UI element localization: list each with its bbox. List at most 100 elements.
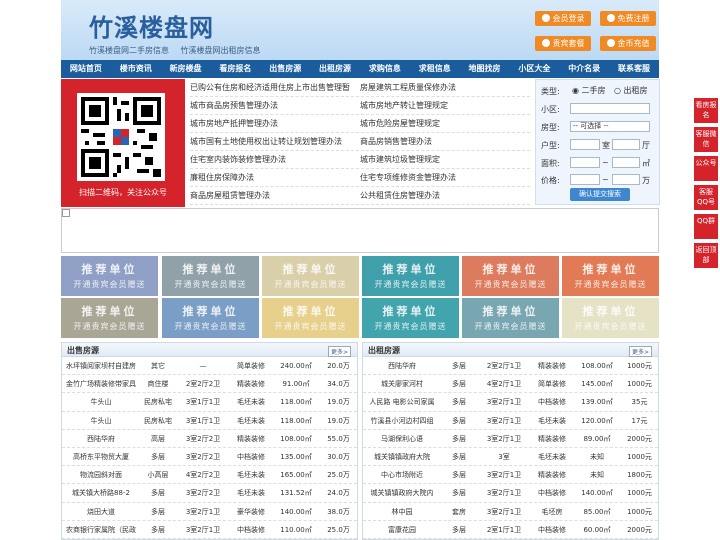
table-row[interactable]: 城关镇镇政府大院 多层 3室 毛坯未装 未知 1000元 xyxy=(363,448,658,467)
recommend-tile[interactable]: 推荐单位 开通贵宾会员赠送 xyxy=(162,298,259,338)
price-min-input[interactable] xyxy=(570,174,600,185)
site-logo[interactable]: 竹溪楼盘网 xyxy=(89,8,214,43)
table-row[interactable]: 马湖保利心语 多层 3室2厅1卫 精装装修 89.00㎡ 2000元 xyxy=(363,430,658,448)
nav-map-search[interactable]: 地图找房 xyxy=(460,60,510,78)
table-cell[interactable]: 富康花园 xyxy=(363,521,441,538)
nav-buy-wanted[interactable]: 求购信息 xyxy=(360,60,410,78)
rental-radio[interactable]: ○ 出租房 xyxy=(614,85,648,96)
recommend-tile[interactable]: 推荐单位 开通贵宾会员赠送 xyxy=(61,298,158,338)
table-row[interactable]: 城关镇镇政府大院内 多层 3室2厅1卫 中档装修 140.00㎡ 1000元 xyxy=(363,484,658,503)
table-cell[interactable]: 城关镇大桥路88-2 xyxy=(62,484,140,501)
side-service-wechat[interactable]: 客服微信 xyxy=(694,127,718,152)
table-row[interactable]: 林中园 套房 3室2厅1卫 毛坯房 85.00㎡ 1000元 xyxy=(363,503,658,521)
table-row[interactable]: 烧田大道 多层 3室2厅1卫 豪华装修 140.00㎡ 38.0万 xyxy=(62,503,357,521)
recommend-tile[interactable]: 推荐单位 开通贵宾会员赠送 xyxy=(462,256,559,296)
policy-link[interactable]: 房屋建筑工程质量保修办法 xyxy=(360,79,530,96)
recommend-tile[interactable]: 推荐单位 开通贵宾会员赠送 xyxy=(61,256,158,296)
recharge-button[interactable]: 金币充值 xyxy=(600,36,656,51)
recommend-tile[interactable]: 推荐单位 开通贵宾会员赠送 xyxy=(262,256,359,296)
table-row[interactable]: 高桥东平物贸大厦 多层 3室2厅2卫 中档装修 135.00㎡ 30.0万 xyxy=(62,448,357,467)
area-max-input[interactable] xyxy=(612,157,640,168)
livingroom-select[interactable] xyxy=(612,139,640,150)
table-row[interactable]: 农商银行家属院（民政 多层 3室2厅1卫 中档装修 110.00㎡ 25.0万 xyxy=(62,521,357,539)
policy-link[interactable]: 城市建筑垃圾管理规定 xyxy=(360,151,530,168)
table-cell[interactable]: 竹溪县小河边村四组 xyxy=(363,412,441,429)
table-cell[interactable]: 城关镇镇政府大院内 xyxy=(363,484,441,501)
recommend-tile[interactable]: 推荐单位 开通贵宾会员赠送 xyxy=(562,256,659,296)
recommend-tile[interactable]: 推荐单位 开通贵宾会员赠送 xyxy=(462,298,559,338)
area-min-input[interactable] xyxy=(570,157,600,168)
table-row[interactable]: 牛头山 民房私宅 3室1厅1卫 毛坯未装 118.00㎡ 19.0万 xyxy=(62,393,357,412)
room-type-select[interactable]: -- 可选择 -- xyxy=(570,121,650,132)
nav-communities[interactable]: 小区大全 xyxy=(509,60,559,78)
recommend-tile[interactable]: 推荐单位 开通贵宾会员赠送 xyxy=(162,256,259,296)
table-row[interactable]: 金竹广场精装修带家具 商住楼 2室2厅2卫 精装装修 91.00㎡ 34.0万 xyxy=(62,375,357,394)
community-input[interactable] xyxy=(570,103,650,114)
table-cell[interactable]: 西陆华府 xyxy=(363,357,441,374)
table-cell[interactable]: 马湖保利心语 xyxy=(363,430,441,447)
policy-link[interactable]: 公共租赁住房管理办法 xyxy=(360,187,530,204)
banner-image[interactable] xyxy=(61,208,659,253)
price-max-input[interactable] xyxy=(612,174,640,185)
table-cell[interactable]: 中心市场附近 xyxy=(363,466,441,483)
table-row[interactable]: 牛头山 民房私宅 3室1厅1卫 毛坯未装 118.00㎡ 19.0万 xyxy=(62,412,357,430)
policy-link[interactable]: 城市商品房预售管理办法 xyxy=(190,97,360,114)
rent-more-button[interactable]: 更多> xyxy=(628,346,652,357)
nav-agencies[interactable]: 中介名录 xyxy=(559,60,609,78)
side-official-account[interactable]: 公众号 xyxy=(694,156,718,181)
table-cell[interactable]: 牛头山 xyxy=(62,393,140,410)
nav-news[interactable]: 楼市资讯 xyxy=(111,60,161,78)
table-row[interactable]: 竹溪县小河边村四组 多层 3室2厅1卫 毛坯未装 120.00㎡ 17元 xyxy=(363,412,658,430)
table-row[interactable]: 人民路 电影公司家属 多层 3室2厅1卫 中档装修 139.00㎡ 35元 xyxy=(363,393,658,412)
table-cell[interactable]: 农商银行家属院（民政 xyxy=(62,521,140,538)
search-submit-button[interactable]: 确认提交搜索 xyxy=(570,188,630,201)
table-row[interactable]: 城关镇大桥路88-2 多层 3室2厅2卫 毛坯未装 131.52㎡ 24.0万 xyxy=(62,484,357,503)
table-row[interactable]: 富康花园 多层 2室1厅1卫 中档装修 60.00㎡ 2000元 xyxy=(363,521,658,539)
sale-more-button[interactable]: 更多> xyxy=(327,346,351,357)
nav-home[interactable]: 网站首页 xyxy=(61,60,111,78)
vip-package-button[interactable]: 贵宾套餐 xyxy=(535,36,591,51)
bedroom-select[interactable] xyxy=(570,139,600,150)
table-cell[interactable]: 人民路 电影公司家属 xyxy=(363,393,441,410)
rental-link[interactable]: 竹溪楼盘网出租房信息 xyxy=(181,46,261,55)
login-button[interactable]: 会员登录 xyxy=(535,11,591,26)
table-cell[interactable]: 高桥东平物贸大厦 xyxy=(62,448,140,465)
table-row[interactable]: 西陆华府 多层 2室2厅1卫 精装装修 108.00㎡ 1000元 xyxy=(363,357,658,376)
side-viewing-signup[interactable]: 看房报名 xyxy=(694,98,718,123)
policy-link[interactable]: 已购公有住房和经济适用住房上市出售管理暂 xyxy=(190,79,360,96)
register-button[interactable]: 免费注册 xyxy=(600,11,656,26)
recommend-tile[interactable]: 推荐单位 开通贵宾会员赠送 xyxy=(362,298,459,338)
policy-link[interactable]: 住宅室内装饰装修管理办法 xyxy=(190,151,360,168)
policy-link[interactable]: 城市房地产转让管理规定 xyxy=(360,97,530,114)
side-back-to-top[interactable]: 返回顶部 xyxy=(694,243,718,268)
table-cell[interactable]: 牛头山 xyxy=(62,412,140,429)
table-cell[interactable]: 水坪镇阅家坝村自建房 xyxy=(62,357,140,374)
policy-link[interactable]: 商品房销售管理办法 xyxy=(360,133,530,150)
policy-link[interactable]: 城市国有土地使用权出让转让规划管理办法 xyxy=(190,133,360,150)
table-cell[interactable]: 林中园 xyxy=(363,503,441,520)
table-cell[interactable]: 金竹广场精装修带家具 xyxy=(62,375,140,392)
table-cell[interactable]: 烧田大道 xyxy=(62,503,140,520)
policy-link[interactable]: 城市危险房屋管理规定 xyxy=(360,115,530,132)
secondhand-link[interactable]: 竹溪楼盘网二手房信息 xyxy=(89,46,169,55)
secondhand-radio[interactable]: ◉ 二手房 xyxy=(572,85,606,96)
side-service-qq[interactable]: 客服QQ号 xyxy=(694,185,718,210)
nav-for-sale[interactable]: 出售房源 xyxy=(260,60,310,78)
table-row[interactable]: 水坪镇阅家坝村自建房 其它 — 简单装修 240.00㎡ 20.0万 xyxy=(62,357,357,376)
table-row[interactable]: 西陆华府 高层 3室2厅2卫 精装装修 108.00㎡ 55.0万 xyxy=(62,430,357,448)
policy-link[interactable]: 廉租住房保障办法 xyxy=(190,169,360,186)
nav-new-houses[interactable]: 新房楼盘 xyxy=(161,60,211,78)
table-row[interactable]: 城关廖家河村 多层 4室2厅1卫 简单装修 145.00㎡ 1000元 xyxy=(363,375,658,394)
table-row[interactable]: 物流园斜对面 小高层 4室2厅2卫 毛坯未装 165.00㎡ 25.0万 xyxy=(62,466,357,485)
side-qq-group[interactable]: QQ群 xyxy=(694,214,718,239)
nav-contact[interactable]: 联系客服 xyxy=(609,60,659,78)
table-row[interactable]: 中心市场附近 多层 3室2厅1卫 精装装修 未知 1800元 xyxy=(363,466,658,485)
table-cell[interactable]: 物流园斜对面 xyxy=(62,466,140,483)
recommend-tile[interactable]: 推荐单位 开通贵宾会员赠送 xyxy=(562,298,659,338)
recommend-tile[interactable]: 推荐单位 开通贵宾会员赠送 xyxy=(262,298,359,338)
policy-link[interactable]: 商品房屋租赁管理办法 xyxy=(190,187,360,204)
nav-viewing-signup[interactable]: 看房报名 xyxy=(210,60,260,78)
nav-for-rent[interactable]: 出租房源 xyxy=(310,60,360,78)
policy-link[interactable]: 城市房地产抵押管理办法 xyxy=(190,115,360,132)
table-cell[interactable]: 城关镇镇政府大院 xyxy=(363,448,441,465)
